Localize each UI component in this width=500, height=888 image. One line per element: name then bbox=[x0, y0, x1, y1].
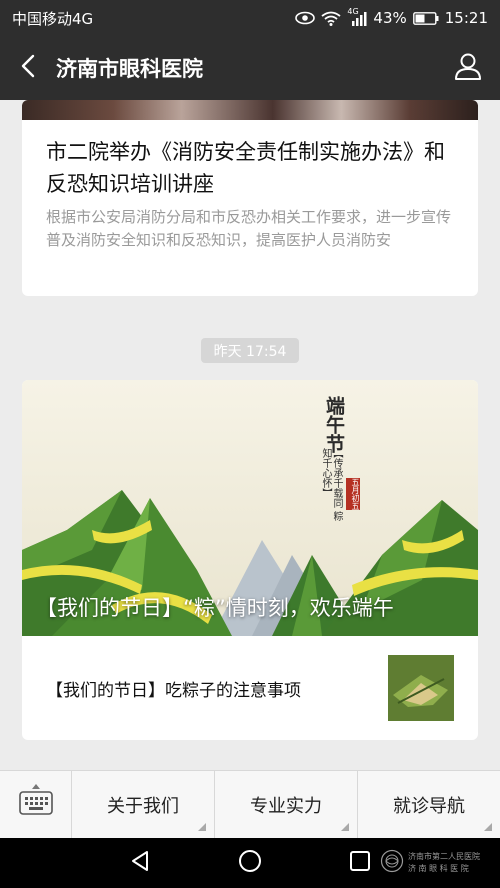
back-icon bbox=[21, 54, 35, 82]
news-group-card: 端午节 五月初五 【传承千载同 粽知千心怀】 【我们的节日】“粽”情时刻，欢乐端… bbox=[22, 380, 478, 740]
nav-back-icon bbox=[129, 850, 151, 876]
article-cover-image bbox=[22, 100, 478, 120]
cover-art-text: 端午节 五月初五 【传承千载同 粽知千心怀】 bbox=[308, 396, 378, 526]
keyboard-toggle-button[interactable] bbox=[0, 771, 72, 839]
art-title: 端午节 bbox=[323, 396, 345, 453]
bottom-menu: 关于我们 专业实力 就诊导航 bbox=[0, 770, 500, 839]
carrier-label: 中国移动4G bbox=[12, 9, 94, 28]
nav-recents-icon bbox=[349, 850, 371, 876]
submenu-indicator-icon bbox=[198, 823, 206, 831]
hospital-logo-icon bbox=[380, 849, 404, 877]
battery-percent: 43% bbox=[373, 9, 407, 27]
wifi-icon bbox=[321, 11, 341, 26]
watermark: 济南市第二人民医院 济 南 眼 科 医 院 bbox=[380, 846, 490, 880]
menu-item-label: 关于我们 bbox=[107, 796, 179, 817]
nav-home-icon bbox=[238, 849, 262, 877]
cover-article[interactable]: 端午节 五月初五 【传承千载同 粽知千心怀】 【我们的节日】“粽”情时刻，欢乐端… bbox=[22, 380, 478, 636]
system-nav-bar: 济南市第二人民医院 济 南 眼 科 医 院 bbox=[0, 838, 500, 888]
menu-item-visit-guide[interactable]: 就诊导航 bbox=[358, 771, 500, 839]
cover-title: 【我们的节日】“粽”情时刻，欢乐端午 bbox=[36, 596, 394, 620]
sub-article-item[interactable]: 【我们的节日】吃粽子的注意事项 bbox=[22, 636, 478, 740]
profile-button[interactable] bbox=[436, 36, 500, 100]
menu-item-expertise[interactable]: 专业实力 bbox=[215, 771, 358, 839]
back-button[interactable] bbox=[0, 36, 56, 100]
keyboard-caret-icon bbox=[32, 784, 40, 789]
page-title: 济南市眼科医院 bbox=[56, 57, 203, 81]
menu-item-label: 就诊导航 bbox=[393, 796, 465, 817]
network-badge: 4G bbox=[347, 6, 359, 16]
submenu-indicator-icon bbox=[341, 823, 349, 831]
submenu-indicator-icon bbox=[484, 823, 492, 831]
app-header: 济南市眼科医院 bbox=[0, 36, 500, 100]
art-seal: 五月初五 bbox=[346, 478, 360, 510]
art-verse: 【传承千载同 粽知千心怀】 bbox=[320, 448, 342, 522]
profile-icon bbox=[454, 52, 482, 84]
nav-back-button[interactable] bbox=[110, 838, 170, 888]
nav-home-button[interactable] bbox=[220, 838, 280, 888]
status-icons: 4G 43% 15:21 bbox=[295, 7, 488, 27]
sub-article-thumbnail bbox=[388, 655, 454, 721]
watermark-line2: 济 南 眼 科 医 院 bbox=[408, 864, 469, 873]
message-timestamp: 昨天 17:54 bbox=[201, 338, 299, 363]
signal-icon: 4G bbox=[347, 7, 367, 26]
menu-item-label: 专业实力 bbox=[250, 796, 322, 817]
status-bar: 中国移动4G 4G 43% 15:21 bbox=[0, 0, 500, 36]
article-description: 根据市公安局消防分局和市反恐办相关工作要求，进一步宣传普及消防安全知识和反恐知识… bbox=[46, 208, 452, 249]
watermark-text: 济南市第二人民医院 济 南 眼 科 医 院 bbox=[408, 851, 480, 875]
sub-article-title: 【我们的节日】吃粽子的注意事项 bbox=[46, 680, 301, 701]
battery-icon bbox=[412, 11, 439, 25]
clock: 15:21 bbox=[444, 9, 488, 27]
article-title: 市二院举办《消防安全责任制实施办法》和反恐知识培训讲座 bbox=[46, 140, 445, 196]
watermark-line1: 济南市第二人民医院 bbox=[408, 852, 480, 861]
article-card[interactable]: 市二院举办《消防安全责任制实施办法》和反恐知识培训讲座 根据市公安局消防分局和市… bbox=[22, 100, 478, 296]
keyboard-icon bbox=[18, 791, 53, 819]
menu-item-about-us[interactable]: 关于我们 bbox=[72, 771, 215, 839]
eye-icon bbox=[295, 11, 316, 25]
message-list[interactable]: 市二院举办《消防安全责任制实施办法》和反恐知识培训讲座 根据市公安局消防分局和市… bbox=[0, 100, 500, 770]
